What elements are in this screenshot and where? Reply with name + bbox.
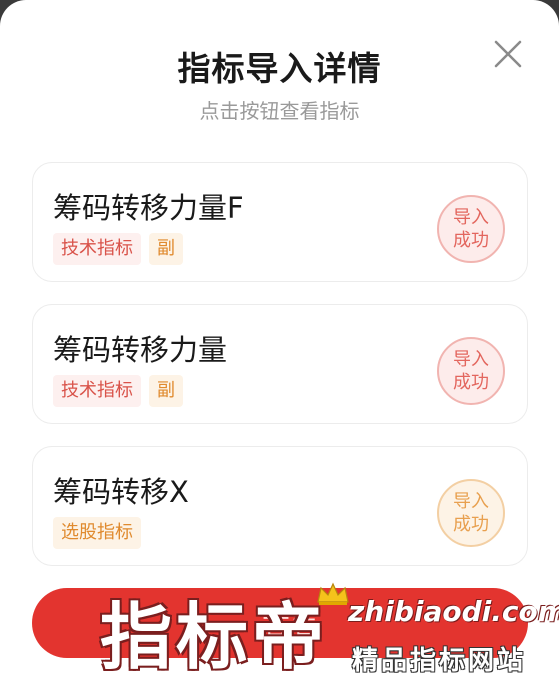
indicator-name: 筹码转移力量 [53,333,228,367]
indicator-type-tag: 技术指标 [53,233,141,265]
indicator-name: 筹码转移X [53,475,189,509]
crown-icon [317,582,349,605]
indicator-card[interactable]: 筹码转移X 选股指标 导入成功 [32,446,528,566]
dialog-title: 指标导入详情 [177,49,382,88]
import-status-text: 导入成功 [453,491,489,535]
close-button[interactable] [488,34,528,74]
indicator-tags: 选股指标 [53,517,141,549]
watermark-brand: 指标帝 [100,595,329,679]
indicator-card[interactable]: 筹码转移力量F 技术指标 副 导入成功 [32,162,528,282]
close-icon [494,40,522,68]
indicator-type-tag: 选股指标 [53,517,141,549]
indicator-type-tag: 技术指标 [53,375,141,407]
indicator-position-tag: 副 [149,375,183,407]
import-status-text: 导入成功 [453,349,489,393]
watermark-url: zhibiaodi.com [348,595,559,628]
watermark-slogan: 精品指标网站 [352,646,527,676]
import-status-stamp: 导入成功 [437,337,505,405]
indicator-position-tag: 副 [149,233,183,265]
indicator-name: 筹码转移力量F [53,191,244,225]
indicator-tags: 技术指标 副 [53,233,183,265]
import-details-dialog: 指标导入详情 点击按钮查看指标 筹码转移力量F 技术指标 副 导入成功 筹码转移… [0,0,559,698]
indicator-card[interactable]: 筹码转移力量 技术指标 副 导入成功 [32,304,528,424]
import-status-stamp: 导入成功 [437,479,505,547]
import-status-stamp: 导入成功 [437,195,505,263]
dialog-subtitle: 点击按钮查看指标 [199,99,360,123]
import-status-text: 导入成功 [453,207,489,251]
indicator-tags: 技术指标 副 [53,375,183,407]
